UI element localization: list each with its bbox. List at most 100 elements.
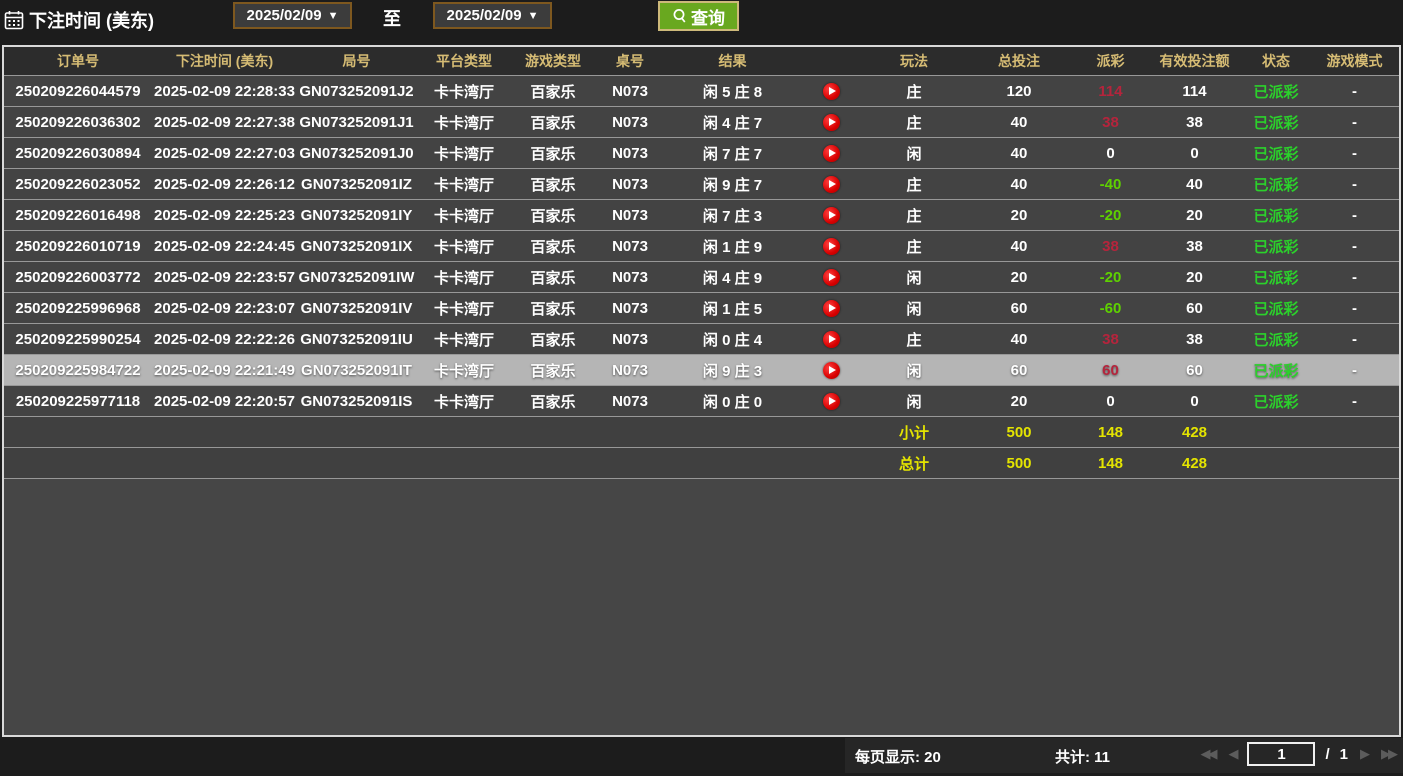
round-id-cell: GN073252091IX [297, 231, 416, 262]
valid-bet-cell: 60 [1147, 293, 1242, 324]
valid-bet-cell: 38 [1147, 107, 1242, 138]
table-row[interactable]: 2502092260164982025-02-09 22:25:23GN0732… [4, 200, 1399, 231]
order-number-cell: 250209226036302 [4, 107, 152, 138]
game-mode-cell: - [1310, 76, 1399, 107]
play-icon[interactable] [823, 331, 840, 348]
table-row[interactable]: 2502092259847222025-02-09 22:21:49GN0732… [4, 355, 1399, 386]
platform-type-cell: 卡卡湾厅 [416, 386, 512, 417]
table-row[interactable]: 2502092260037722025-02-09 22:23:57GN0732… [4, 262, 1399, 293]
column-header: 游戏类型 [512, 47, 594, 76]
calendar-icon [4, 10, 24, 30]
pagination-bar: 每页显示: 20 共计: 11 ◀◀ ◀ / 1 ▶ ▶▶ [0, 737, 1403, 776]
play-icon[interactable] [823, 238, 840, 255]
platform-type-cell: 卡卡湾厅 [416, 138, 512, 169]
grand-total-row: 总计500148428 [4, 448, 1399, 479]
table-number-cell: N073 [594, 324, 666, 355]
play-icon[interactable] [823, 176, 840, 193]
play-icon[interactable] [823, 207, 840, 224]
betting-records-page: 下注时间 (美东) 2025/02/09 ▼ 至 2025/02/09 ▼ 查询 [0, 0, 1403, 776]
bet-time-cell: 2025-02-09 22:23:57 [152, 262, 297, 293]
bet-type-cell: 闲 [864, 355, 964, 386]
page-count: 1 [1340, 746, 1348, 763]
search-icon [672, 8, 688, 24]
status-cell: 已派彩 [1242, 262, 1310, 293]
table-number-cell: N073 [594, 169, 666, 200]
table-row[interactable]: 2502092259969682025-02-09 22:23:07GN0732… [4, 293, 1399, 324]
play-icon[interactable] [823, 362, 840, 379]
page-number-input[interactable] [1247, 742, 1315, 766]
next-page-icon[interactable]: ▶ [1358, 746, 1369, 762]
play-cell [799, 107, 864, 138]
valid-bet-cell: 38 [1147, 231, 1242, 262]
play-icon[interactable] [823, 300, 840, 317]
table-row[interactable]: 2502092259771182025-02-09 22:20:57GN0732… [4, 386, 1399, 417]
play-icon[interactable] [823, 83, 840, 100]
bet-time-cell: 2025-02-09 22:28:33 [152, 76, 297, 107]
result-cell: 闲 7 庄 7 [666, 138, 799, 169]
game-type-cell: 百家乐 [512, 386, 594, 417]
play-icon[interactable] [823, 393, 840, 410]
game-mode-cell: - [1310, 138, 1399, 169]
total-count-info: 共计: 11 [1055, 746, 1110, 767]
play-cell [799, 386, 864, 417]
round-id-cell: GN073252091IZ [297, 169, 416, 200]
table-row[interactable]: 2502092260107192025-02-09 22:24:45GN0732… [4, 231, 1399, 262]
query-button-label: 查询 [691, 4, 725, 29]
game-mode-cell: - [1310, 200, 1399, 231]
per-page-info: 每页显示: 20 [855, 746, 941, 767]
query-button[interactable]: 查询 [658, 1, 739, 31]
play-cell [799, 169, 864, 200]
subtotal-row-valid-bet: 428 [1147, 417, 1242, 448]
bet-time-cell: 2025-02-09 22:21:49 [152, 355, 297, 386]
grand-total-row-payout: 148 [1074, 448, 1147, 479]
play-triangle [829, 397, 836, 405]
first-page-icon[interactable]: ◀◀ [1198, 746, 1216, 762]
status-cell: 已派彩 [1242, 386, 1310, 417]
bet-time-cell: 2025-02-09 22:23:07 [152, 293, 297, 324]
platform-type-cell: 卡卡湾厅 [416, 169, 512, 200]
column-header: 玩法 [864, 47, 964, 76]
page-separator: / [1325, 746, 1329, 763]
round-id-cell: GN073252091IY [297, 200, 416, 231]
column-header: 派彩 [1074, 47, 1147, 76]
column-header: 有效投注额 [1147, 47, 1242, 76]
empty-cell [4, 448, 864, 479]
play-triangle [829, 180, 836, 188]
play-cell [799, 76, 864, 107]
platform-type-cell: 卡卡湾厅 [416, 200, 512, 231]
bet-time-cell: 2025-02-09 22:27:38 [152, 107, 297, 138]
play-triangle [829, 366, 836, 374]
table-number-cell: N073 [594, 355, 666, 386]
status-cell: 已派彩 [1242, 355, 1310, 386]
total-count-label: 共计: [1055, 749, 1090, 766]
play-icon[interactable] [823, 114, 840, 131]
play-icon[interactable] [823, 145, 840, 162]
game-mode-cell: - [1310, 293, 1399, 324]
payout-cell: -60 [1074, 293, 1147, 324]
payout-cell: -20 [1074, 262, 1147, 293]
play-cell [799, 324, 864, 355]
column-header: 总投注 [964, 47, 1074, 76]
bet-time-label-group: 下注时间 (美东) [4, 7, 154, 33]
table-row[interactable]: 2502092260363022025-02-09 22:27:38GN0732… [4, 107, 1399, 138]
round-id-cell: GN073252091IS [297, 386, 416, 417]
order-number-cell: 250209226016498 [4, 200, 152, 231]
per-page-label: 每页显示: [855, 749, 920, 766]
last-page-icon[interactable]: ▶▶ [1379, 746, 1397, 762]
play-icon[interactable] [823, 269, 840, 286]
date-from-picker[interactable]: 2025/02/09 ▼ [233, 2, 352, 29]
game-type-cell: 百家乐 [512, 169, 594, 200]
status-cell: 已派彩 [1242, 293, 1310, 324]
table-row[interactable]: 2502092260308942025-02-09 22:27:03GN0732… [4, 138, 1399, 169]
table-row[interactable]: 2502092259902542025-02-09 22:22:26GN0732… [4, 324, 1399, 355]
filter-toolbar: 下注时间 (美东) 2025/02/09 ▼ 至 2025/02/09 ▼ 查询 [0, 0, 1403, 45]
table-row[interactable]: 2502092260445792025-02-09 22:28:33GN0732… [4, 76, 1399, 107]
game-type-cell: 百家乐 [512, 76, 594, 107]
table-row[interactable]: 2502092260230522025-02-09 22:26:12GN0732… [4, 169, 1399, 200]
table-number-cell: N073 [594, 107, 666, 138]
date-to-picker[interactable]: 2025/02/09 ▼ [433, 2, 552, 29]
play-cell [799, 262, 864, 293]
game-type-cell: 百家乐 [512, 231, 594, 262]
status-cell: 已派彩 [1242, 169, 1310, 200]
prev-page-icon[interactable]: ◀ [1226, 746, 1237, 762]
